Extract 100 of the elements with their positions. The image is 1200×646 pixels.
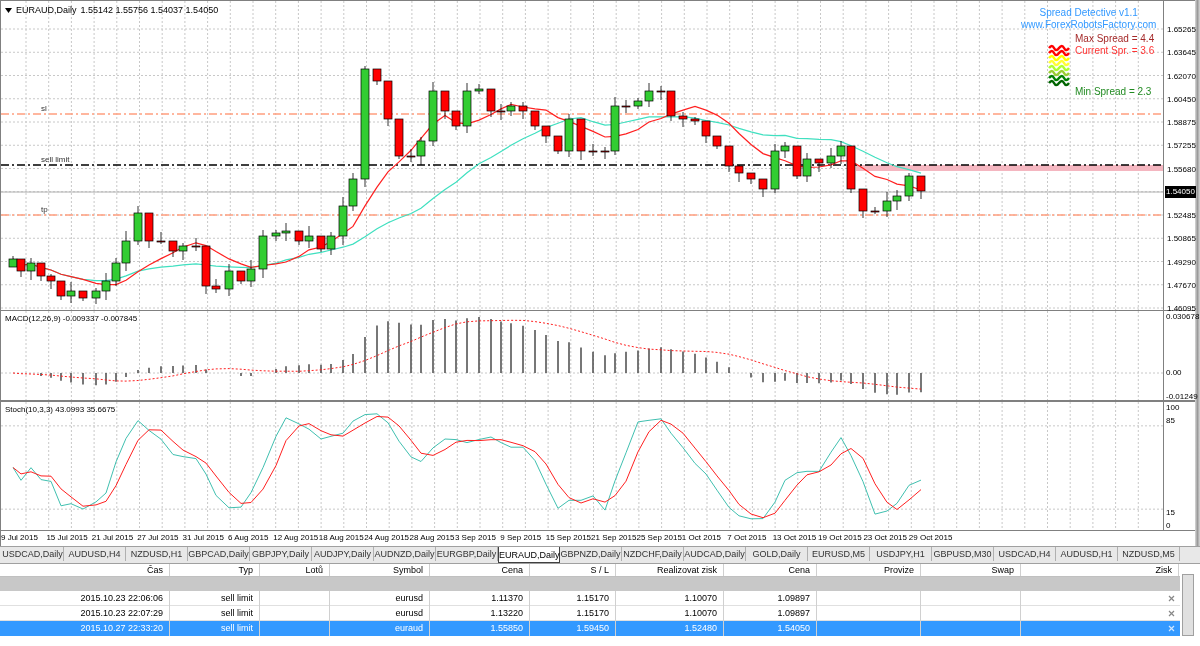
chart-tab[interactable]: USDCAD,Daily bbox=[2, 547, 64, 561]
current-spread-text: Current Spr. = 3.6 bbox=[1075, 44, 1155, 58]
column-header[interactable]: Symbol bbox=[330, 564, 430, 576]
price-axis-label: 1.57255 bbox=[1167, 140, 1196, 153]
date-axis-label: 18 Aug 2015 bbox=[318, 532, 365, 544]
date-axis-label: 12 Aug 2015 bbox=[273, 532, 319, 544]
chart-tab[interactable]: GBPNZD,Daily bbox=[560, 547, 622, 561]
price-axis-label: 1.46095 bbox=[1167, 303, 1196, 314]
chart-tab[interactable]: GBPJPY,Daily bbox=[250, 547, 312, 561]
table-cell: eurusd bbox=[330, 590, 430, 606]
order-line-label: tp bbox=[41, 206, 48, 214]
table-cell: 1.09897 bbox=[724, 590, 817, 606]
min-spread-text: Min Spread = 2.3 bbox=[1075, 85, 1152, 99]
price-axis-label: 1.60450 bbox=[1167, 93, 1196, 106]
macd-label: MACD(12,26,9) -0.009337 -0.007845 bbox=[5, 313, 138, 325]
close-icon[interactable] bbox=[1168, 594, 1175, 602]
table-cell: 1.52480 bbox=[616, 621, 724, 636]
date-axis-label: 24 Aug 2015 bbox=[364, 532, 410, 544]
table-cell: sell limit bbox=[170, 590, 260, 606]
table-cell: 2015.10.23 22:06:06 bbox=[0, 590, 170, 606]
table-cell: 2015.10.23 22:07:29 bbox=[0, 605, 170, 621]
date-axis-label: 27 Jul 2015 bbox=[137, 532, 180, 544]
date-axis-label: 1 Oct 2015 bbox=[681, 532, 722, 544]
table-cell: 1.10070 bbox=[616, 605, 724, 621]
price-axis-label: 1.50865 bbox=[1167, 233, 1196, 246]
max-spread-text: Max Spread = 4.4 bbox=[1075, 32, 1155, 46]
chart-tab[interactable]: GBPUSD,M30 bbox=[932, 547, 994, 561]
column-header[interactable]: Lotů bbox=[260, 564, 330, 576]
chart-tab[interactable]: GOLD,Daily bbox=[746, 547, 808, 561]
date-axis-label: 21 Sep 2015 bbox=[591, 532, 637, 544]
chart-tab[interactable]: USDJPY,H1 bbox=[870, 547, 932, 561]
column-header[interactable]: Zisk bbox=[1021, 564, 1179, 576]
date-axis-label: 15 Jul 2015 bbox=[46, 532, 89, 544]
date-axis-label: 15 Sep 2015 bbox=[545, 532, 592, 544]
stochastic-axis-label: 100 bbox=[1166, 402, 1180, 414]
chart-tab[interactable]: NZDUSD,M5 bbox=[1118, 547, 1180, 561]
stochastic-axis-label: 15 bbox=[1166, 507, 1175, 519]
table-cell: sell limit bbox=[170, 621, 260, 636]
price-axis-label: 1.52485 bbox=[1167, 210, 1196, 222]
column-header[interactable]: Čas bbox=[0, 564, 170, 576]
chart-tab[interactable]: AUDCAD,Daily bbox=[684, 547, 746, 561]
order-line-label: sl bbox=[41, 105, 47, 113]
price-axis-label: 1.65265 bbox=[1167, 24, 1196, 36]
table-cell: 1.09897 bbox=[724, 605, 817, 621]
price-axis-label: 1.49290 bbox=[1167, 256, 1196, 269]
close-icon[interactable] bbox=[1168, 609, 1175, 617]
date-axis-label: 3 Sep 2015 bbox=[454, 532, 497, 544]
chart-tab[interactable]: AUDNZD,Daily bbox=[374, 547, 436, 561]
dropdown-icon[interactable] bbox=[5, 8, 12, 14]
date-axis-label: 23 Oct 2015 bbox=[863, 532, 908, 544]
order-line-label: sell limit bbox=[41, 156, 70, 164]
date-axis-label: 31 Jul 2015 bbox=[182, 532, 225, 544]
chart-tab[interactable]: AUDUSD,H1 bbox=[1056, 547, 1118, 561]
column-header[interactable]: S / L bbox=[530, 564, 616, 576]
order-row[interactable]: 2015.10.23 22:06:06 sell limit eurusd 1.11370 1.15170 1.10070 1.09897 bbox=[0, 591, 1180, 606]
table-cell: euraud bbox=[330, 621, 430, 636]
date-axis-label: 13 Oct 2015 bbox=[772, 532, 818, 544]
macd-axis-label: -0.01249 bbox=[1166, 391, 1198, 403]
date-axis-label: 7 Oct 2015 bbox=[727, 532, 768, 544]
chart-tab[interactable]: AUDJPY,Daily bbox=[312, 547, 374, 561]
chart-symbol: EURAUD,Daily bbox=[16, 4, 77, 17]
price-axis-label: 1.47670 bbox=[1167, 279, 1196, 292]
price-axis-label: 1.62070 bbox=[1167, 70, 1196, 83]
stochastic-axis-label: 0 bbox=[1166, 520, 1171, 532]
date-axis-label: 21 Jul 2015 bbox=[91, 532, 135, 544]
date-axis-label: 25 Sep 2015 bbox=[636, 532, 682, 544]
price-axis-label: 1.58875 bbox=[1167, 117, 1196, 129]
column-header[interactable]: Provize bbox=[817, 564, 921, 576]
chart-tab[interactable]: GBPCAD,Daily bbox=[188, 547, 250, 561]
column-header[interactable]: Cena bbox=[430, 564, 530, 576]
table-cell: 1.10070 bbox=[616, 590, 724, 606]
date-axis-label: 6 Aug 2015 bbox=[227, 532, 270, 544]
table-cell: 1.13220 bbox=[430, 605, 530, 621]
column-header[interactable]: Swap bbox=[921, 564, 1021, 576]
chart-ohlc: 1.55142 1.55756 1.54037 1.54050 bbox=[80, 4, 219, 17]
current-price-label: 1.54050 bbox=[1165, 186, 1196, 198]
table-cell: 1.55850 bbox=[430, 621, 530, 636]
table-cell: 1.11370 bbox=[430, 590, 530, 606]
table-cell: 1.59450 bbox=[530, 621, 616, 636]
table-cell: 1.54050 bbox=[724, 621, 817, 636]
order-line[interactable] bbox=[1, 164, 1163, 166]
price-axis-label: 1.55680 bbox=[1167, 163, 1196, 176]
table-cell: 1.15170 bbox=[530, 605, 616, 621]
spread-waves-icon bbox=[1048, 43, 1070, 87]
stochastic-label: Stoch(10,3,3) 43.0993 35.6675 bbox=[5, 404, 116, 416]
chart-tab[interactable]: USDCAD,H4 bbox=[994, 547, 1056, 561]
chart-tab[interactable]: NZDCHF,Daily bbox=[622, 547, 684, 561]
scrollbar[interactable] bbox=[1182, 574, 1194, 636]
chart-tab[interactable]: EURUSD,M5 bbox=[808, 547, 870, 561]
chart-tab[interactable]: NZDUSD,H1 bbox=[126, 547, 188, 561]
chart-tab[interactable]: AUDUSD,H4 bbox=[64, 547, 126, 561]
stochastic-axis-label: 85 bbox=[1166, 415, 1175, 427]
order-row[interactable]: 2015.10.23 22:07:29 sell limit eurusd 1.13220 1.15170 1.10070 1.09897 bbox=[0, 606, 1180, 621]
macd-axis-label: 0.030678 bbox=[1166, 311, 1200, 323]
date-axis-label: 29 Oct 2015 bbox=[908, 532, 954, 544]
column-header[interactable]: Realizovat zisk bbox=[616, 564, 724, 576]
column-header[interactable]: Typ bbox=[170, 564, 260, 576]
date-axis-label: 19 Oct 2015 bbox=[818, 532, 863, 544]
table-cell: eurusd bbox=[330, 605, 430, 621]
column-header[interactable]: Cena bbox=[724, 564, 817, 576]
